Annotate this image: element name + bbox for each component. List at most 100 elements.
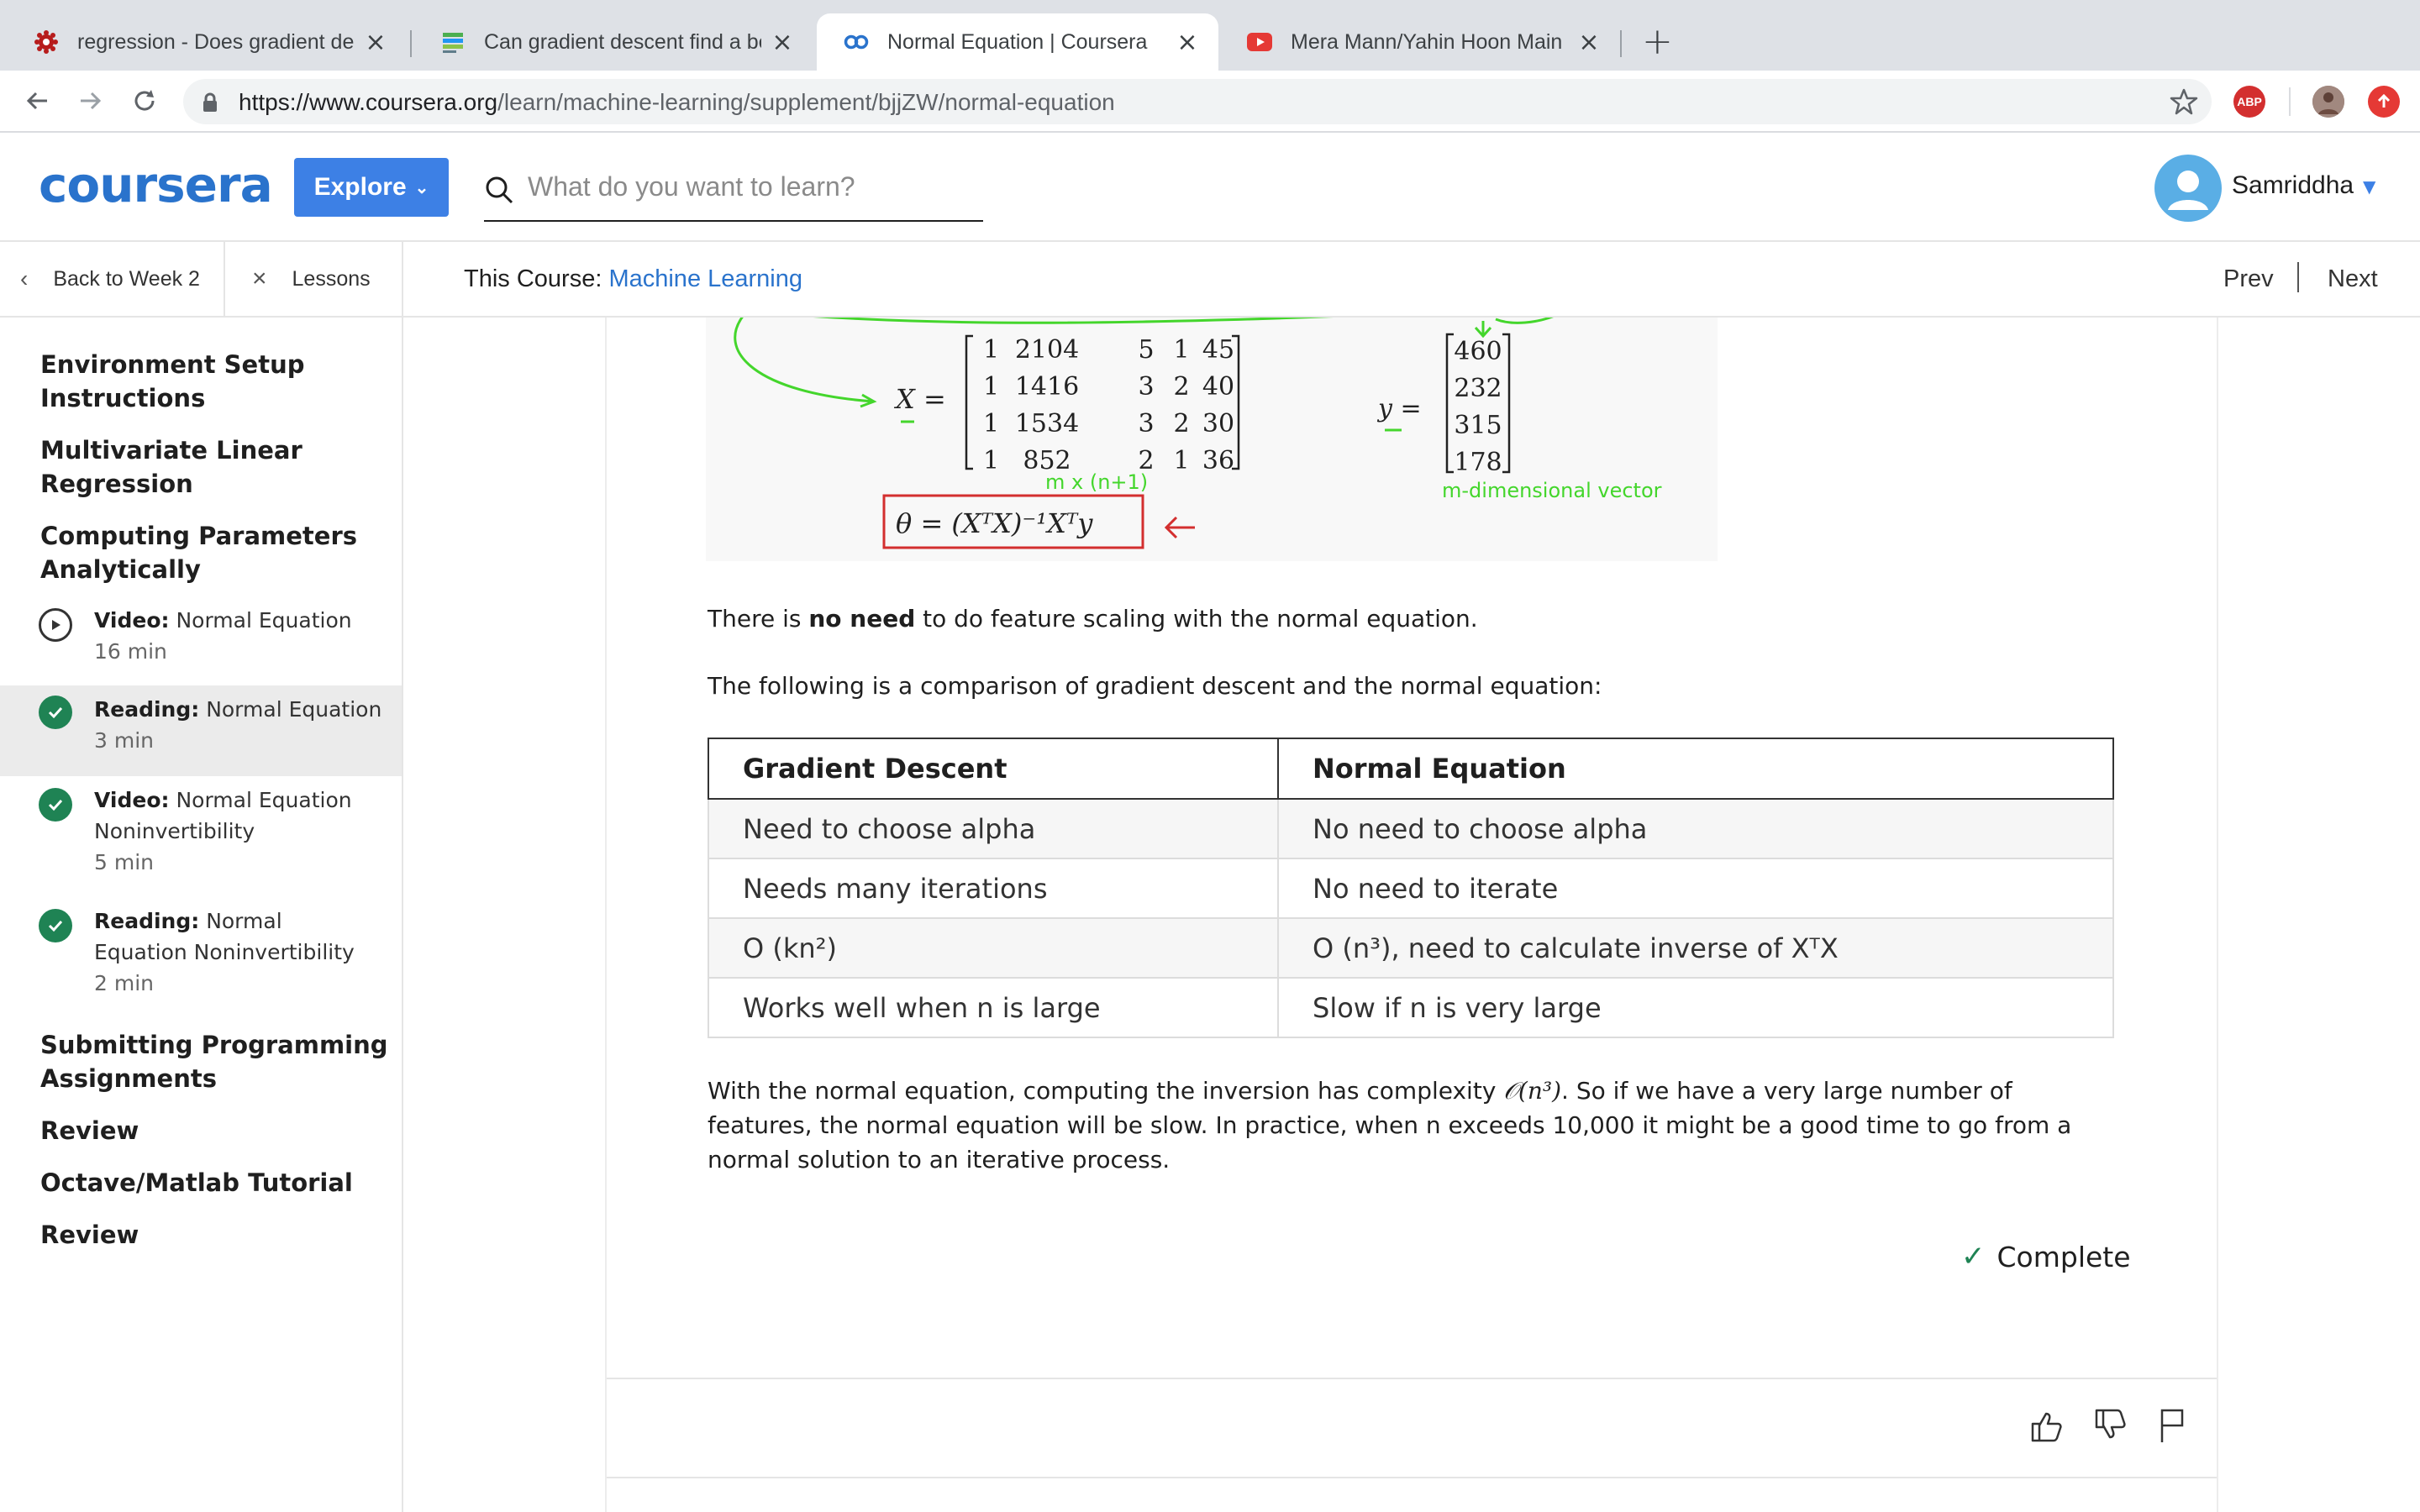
table-cell: Works well when n is large (708, 977, 1279, 1038)
complexity-math: 𝒪(n³) (1503, 1077, 1562, 1105)
close-tab-icon[interactable]: × (1175, 28, 1200, 57)
sidebar-item-video-normal-equation[interactable]: Video: Normal Equation 16 min (0, 603, 402, 689)
thumbs-up-icon[interactable] (2025, 1404, 2067, 1446)
lessons-button[interactable]: × Lessons (225, 242, 403, 316)
vector-cell: 178 (1454, 448, 1502, 477)
user-name[interactable]: Samriddha (2232, 171, 2354, 200)
matrix-cell: 1 (1173, 335, 1189, 365)
bookmark-star-icon[interactable] (2170, 87, 2198, 119)
back-to-week-button[interactable]: ‹ Back to Week 2 (0, 242, 225, 316)
matrix-cell: 1416 (1015, 372, 1079, 402)
matrix-cell: 3 (1138, 372, 1154, 402)
reload-icon[interactable] (121, 77, 168, 124)
adblock-plus-icon[interactable]: ABP (2233, 86, 2265, 118)
browser-tab[interactable]: Can gradient descent find a better × (413, 13, 813, 71)
item-kind: Video: (94, 788, 170, 812)
lock-icon (202, 92, 218, 116)
coursera-logo[interactable]: coursera (39, 156, 273, 213)
adblock-label: ABP (2237, 95, 2262, 108)
sidebar-item-video-noninvertibility[interactable]: Video: Normal Equation Noninvertibility … (0, 783, 402, 900)
browser-tab[interactable]: Mera Mann/Yahin Hoon Main Sanam × (1220, 13, 1620, 71)
thumbs-down-icon[interactable] (2089, 1404, 2131, 1446)
item-duration: 2 min (94, 971, 154, 995)
matrix-cell: 45 (1202, 335, 1234, 365)
sidebar-section-environment-setup[interactable]: Environment Setup Instructions (40, 348, 393, 415)
item-kind: Reading: (94, 909, 200, 933)
table-cell: Needs many iterations (708, 858, 1279, 919)
table-row: Needs many iterations No need to iterate (708, 858, 2114, 919)
sidebar-section-review-2[interactable]: Review (40, 1218, 393, 1252)
browser-toolbar: https://www.coursera.org/learn/machine-l… (0, 71, 2420, 133)
close-tab-icon[interactable]: × (1576, 28, 1602, 57)
url-text: https://www.coursera.org/learn/machine-l… (239, 89, 1115, 116)
paragraph-comparison-intro: The following is a comparison of gradien… (708, 672, 1602, 700)
lessons-label: Lessons (292, 266, 371, 291)
table-header-row: Gradient Descent Normal Equation (708, 738, 2114, 800)
p1-text: There is (708, 605, 809, 633)
address-bar[interactable]: https://www.coursera.org/learn/machine-l… (183, 79, 2212, 124)
sidebar-section-review[interactable]: Review (40, 1114, 393, 1147)
update-icon[interactable] (2368, 86, 2400, 118)
new-tab-button[interactable]: + (1642, 20, 1673, 64)
matrix-cell: 1 (983, 446, 999, 475)
sidebar-item-reading-normal-equation[interactable]: Reading: Normal Equation 3 min (0, 685, 402, 776)
caret-down-icon[interactable]: ▼ (2363, 176, 2375, 197)
avatar[interactable] (2154, 155, 2222, 222)
complete-status[interactable]: ✓ Complete (1961, 1240, 2131, 1273)
sidebar-section-computing-parameters[interactable]: Computing Parameters Analytically (40, 519, 393, 586)
item-duration: 16 min (94, 639, 167, 664)
matrix-cell: 1 (983, 335, 999, 365)
sidebar-section-submitting-assignments[interactable]: Submitting Programming Assignments (40, 1028, 393, 1095)
matrix-cell: 2 (1173, 372, 1189, 402)
forward-arrow-icon[interactable] (67, 77, 114, 124)
item-duration: 5 min (94, 850, 154, 874)
search-input[interactable] (528, 168, 973, 205)
back-to-week-label: Back to Week 2 (53, 266, 200, 291)
toolbar-divider (2289, 87, 2291, 116)
matrix-cell: 1534 (1015, 409, 1079, 438)
table-cell: O (n³), need to calculate inverse of XᵀX (1277, 917, 2114, 979)
item-kind: Video: (94, 608, 170, 633)
close-tab-icon[interactable]: × (770, 28, 795, 57)
course-subnav: ‹ Back to Week 2 × Lessons This Course: … (0, 242, 2420, 318)
column-header: Normal Equation (1277, 738, 2114, 800)
sidebar-section-multivariate-regression[interactable]: Multivariate Linear Regression (40, 433, 393, 501)
browser-tab[interactable]: regression - Does gradient descent × (7, 13, 407, 71)
prev-button[interactable]: Prev (2223, 265, 2274, 293)
sidebar-item-reading-noninvertibility[interactable]: Reading: Normal Equation Noninvertibilit… (0, 904, 402, 1021)
vector-dims-note: m-dimensional vector (1442, 479, 1662, 502)
vector-cell: 232 (1454, 374, 1502, 403)
paragraph-complexity: With the normal equation, computing the … (708, 1074, 2116, 1177)
theta-formula: θ = (XᵀX)⁻¹Xᵀy (896, 507, 1093, 539)
matrix-cell: 1 (983, 372, 999, 402)
p3-text: With the normal equation, computing the … (708, 1077, 1504, 1105)
matrix-cell: 40 (1202, 372, 1234, 402)
close-icon: × (252, 265, 267, 292)
item-title: Normal Equation (176, 608, 352, 633)
nav-divider (2297, 262, 2299, 292)
next-button[interactable]: Next (2328, 265, 2378, 293)
table-row: Need to choose alpha No need to choose a… (708, 798, 2114, 859)
course-link[interactable]: Machine Learning (608, 265, 802, 292)
browser-tab-active[interactable]: Normal Equation | Coursera × (817, 13, 1218, 71)
sidebar-section-octave-tutorial[interactable]: Octave/Matlab Tutorial (40, 1166, 393, 1200)
matrix-dims-note: m x (n+1) (1045, 470, 1148, 494)
explore-button[interactable]: Explore ⌄ (294, 158, 449, 217)
course-prefix: This Course: (464, 265, 602, 292)
profile-photo-icon[interactable] (2312, 86, 2344, 118)
matrix-cell: 1 (983, 409, 999, 438)
vector-cell: 460 (1454, 337, 1502, 366)
checkmark-circle-icon (39, 909, 72, 942)
tab-title: Mera Mann/Yahin Hoon Main Sanam (1291, 29, 1568, 54)
tab-divider (410, 30, 412, 57)
vector-cell: 315 (1454, 411, 1502, 440)
flag-icon[interactable] (2151, 1404, 2193, 1446)
course-label: This Course: Machine Learning (464, 265, 802, 293)
back-arrow-icon[interactable] (13, 77, 60, 124)
table-cell: O (kn²) (708, 917, 1279, 979)
explore-label: Explore (313, 173, 407, 201)
table-cell: Slow if n is very large (1277, 977, 2114, 1038)
search-icon[interactable] (484, 175, 514, 208)
item-kind: Reading: (94, 697, 200, 722)
close-tab-icon[interactable]: × (363, 28, 388, 57)
